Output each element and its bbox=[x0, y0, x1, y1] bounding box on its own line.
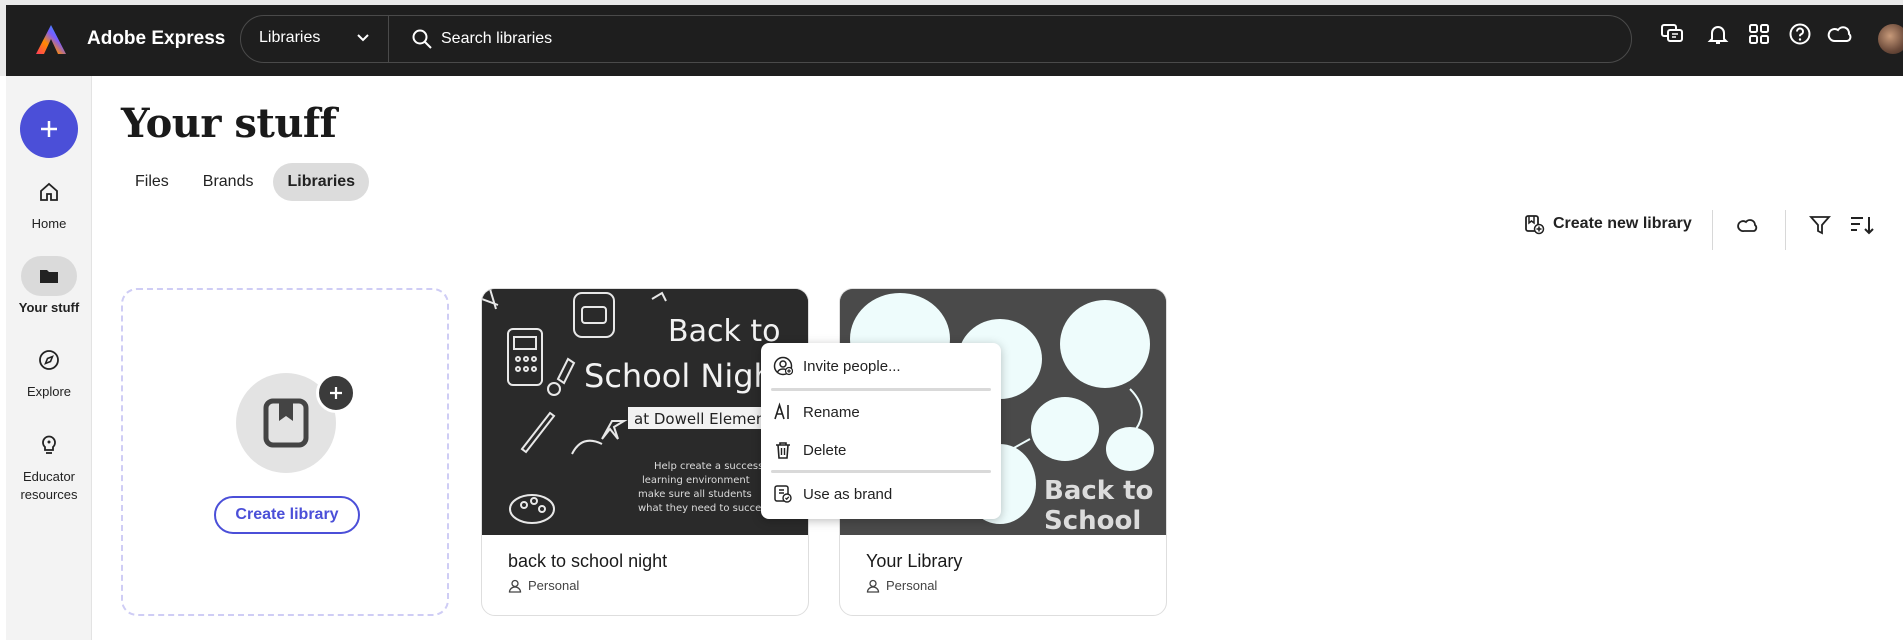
help-icon[interactable] bbox=[1785, 19, 1815, 49]
menu-item-invite-people[interactable]: Invite people... bbox=[773, 351, 993, 381]
cloud-sync-button[interactable] bbox=[1737, 213, 1761, 237]
library-owner-label: Personal bbox=[886, 578, 938, 593]
plus-icon bbox=[330, 387, 342, 399]
tab-files[interactable]: Files bbox=[121, 163, 183, 201]
thumb-lib-line-2: School bbox=[1044, 506, 1141, 535]
menu-item-use-as-brand[interactable]: Use as brand bbox=[773, 479, 993, 509]
menu-item-label: Delete bbox=[803, 441, 847, 459]
left-rail: Home Your stuff Explore Educator resourc… bbox=[6, 76, 92, 640]
rename-icon bbox=[774, 402, 789, 420]
library-card-back-to-school-night[interactable]: Back to School Night at Dowell Elementar… bbox=[481, 288, 809, 616]
brand-icon bbox=[774, 485, 792, 503]
library-context-menu: Invite people... Rename Delete Use as br… bbox=[761, 343, 1001, 519]
app-name[interactable]: Adobe Express bbox=[87, 28, 225, 50]
compass-icon bbox=[39, 350, 59, 370]
home-icon bbox=[40, 182, 58, 201]
toolbar-divider bbox=[1712, 210, 1713, 250]
search-bar[interactable]: Libraries Search libraries bbox=[240, 15, 1632, 63]
toolbar-divider bbox=[1785, 210, 1786, 250]
thumb-headline-2: School Night bbox=[584, 357, 786, 395]
library-add-icon bbox=[1525, 215, 1545, 235]
library-title[interactable]: Your Library bbox=[866, 551, 962, 572]
menu-item-label: Invite people... bbox=[803, 357, 901, 375]
menu-item-delete[interactable]: Delete bbox=[773, 435, 993, 465]
search-icon bbox=[412, 29, 432, 49]
cloud-icon bbox=[1737, 219, 1758, 232]
search-scope-label: Libraries bbox=[259, 29, 321, 46]
page-title: Your stuff bbox=[121, 100, 337, 147]
menu-item-rename[interactable]: Rename bbox=[773, 397, 993, 427]
trash-icon bbox=[776, 442, 790, 459]
chalkboard-artwork: Back to School Night at Dowell Elementar… bbox=[482, 289, 808, 535]
adobe-express-logo[interactable] bbox=[34, 23, 68, 57]
library-owner: Personal bbox=[508, 578, 579, 593]
create-library-button[interactable]: Create library bbox=[214, 496, 360, 534]
menu-separator bbox=[771, 470, 991, 473]
thumb-body-2: learning environment bbox=[642, 475, 750, 486]
library-thumbnail: Back to School Night at Dowell Elementar… bbox=[482, 289, 808, 535]
rail-item-your-stuff[interactable]: Your stuff bbox=[6, 256, 92, 315]
bell-icon[interactable] bbox=[1703, 19, 1733, 49]
invite-user-icon bbox=[773, 356, 793, 376]
thumb-body-4: what they need to succeed bbox=[638, 503, 774, 514]
tab-libraries[interactable]: Libraries bbox=[273, 163, 370, 201]
feedback-icon[interactable] bbox=[1657, 19, 1687, 49]
rail-item-label: Educator resources bbox=[20, 469, 78, 502]
lightbulb-icon bbox=[42, 435, 56, 454]
filter-button[interactable] bbox=[1808, 213, 1832, 237]
library-owner: Personal bbox=[866, 578, 937, 593]
rail-item-label: Your stuff bbox=[18, 300, 80, 315]
create-new-library-label: Create new library bbox=[1553, 215, 1692, 232]
search-input[interactable]: Search libraries bbox=[441, 30, 552, 48]
creative-cloud-icon[interactable] bbox=[1826, 19, 1856, 49]
apps-grid-icon[interactable] bbox=[1744, 19, 1774, 49]
chevron-down-icon bbox=[357, 34, 369, 42]
rail-item-label: Explore bbox=[26, 384, 72, 399]
plus-icon bbox=[41, 121, 57, 137]
rail-item-home[interactable]: Home bbox=[6, 172, 92, 231]
thumb-body-3: make sure all students bbox=[638, 489, 752, 500]
top-bar: Adobe Express Libraries Search libraries bbox=[0, 0, 1903, 76]
menu-item-label: Rename bbox=[803, 403, 860, 421]
tab-brands[interactable]: Brands bbox=[189, 163, 268, 201]
thumb-body-1: Help create a successful bbox=[654, 461, 776, 472]
filter-icon bbox=[1809, 216, 1831, 235]
folder-icon bbox=[40, 270, 58, 283]
sort-button[interactable] bbox=[1849, 213, 1875, 237]
avatar[interactable] bbox=[1878, 24, 1903, 54]
rail-item-educator-resources[interactable]: Educator resources bbox=[6, 424, 92, 504]
tabs: Files Brands Libraries bbox=[121, 163, 370, 201]
add-badge bbox=[316, 373, 356, 413]
user-icon bbox=[508, 579, 522, 593]
sort-icon bbox=[1851, 217, 1874, 235]
menu-separator bbox=[771, 388, 991, 391]
create-new-library-button[interactable]: Create new library bbox=[1523, 213, 1692, 235]
thumb-lib-line-1: Back to bbox=[1044, 476, 1153, 506]
library-book-icon bbox=[263, 398, 309, 448]
library-owner-label: Personal bbox=[528, 578, 580, 593]
rail-item-label: Home bbox=[31, 216, 67, 231]
library-title[interactable]: back to school night bbox=[508, 551, 667, 572]
menu-item-label: Use as brand bbox=[803, 485, 893, 503]
rail-item-explore[interactable]: Explore bbox=[6, 340, 92, 399]
search-scope-select[interactable]: Libraries bbox=[241, 16, 389, 62]
user-icon bbox=[866, 579, 880, 593]
create-fab-button[interactable] bbox=[20, 100, 78, 158]
create-library-card[interactable]: Create library bbox=[121, 288, 449, 616]
